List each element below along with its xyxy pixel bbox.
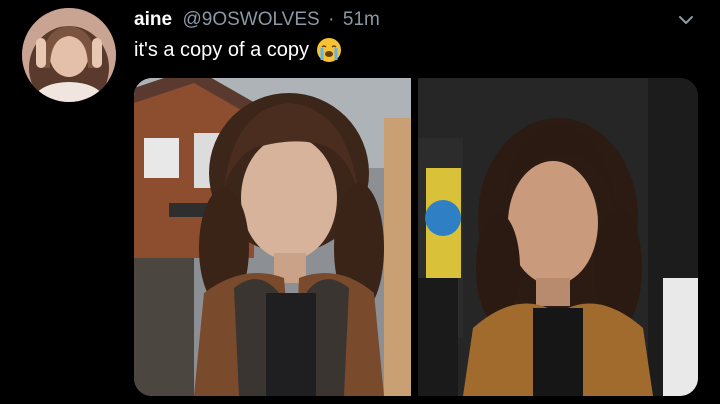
loudly-crying-face-emoji bbox=[317, 38, 342, 62]
timestamp[interactable]: 51m bbox=[343, 9, 380, 30]
tweet-header: aine @9OSWOLVES · 51m bbox=[134, 9, 380, 33]
media-grid bbox=[134, 78, 698, 396]
chevron-down-icon[interactable] bbox=[672, 6, 700, 34]
display-name[interactable]: aine bbox=[134, 9, 172, 30]
photo-left[interactable] bbox=[134, 78, 411, 396]
tweet: aine @9OSWOLVES · 51m it's a copy of a c… bbox=[0, 0, 720, 404]
photo-right[interactable] bbox=[418, 78, 698, 396]
tweet-text-row: it's a copy of a copy bbox=[134, 38, 342, 62]
avatar[interactable] bbox=[22, 8, 116, 102]
user-handle[interactable]: @9OSWOLVES bbox=[182, 9, 319, 30]
separator-dot: · bbox=[328, 9, 335, 30]
tweet-text: it's a copy of a copy bbox=[134, 38, 310, 61]
